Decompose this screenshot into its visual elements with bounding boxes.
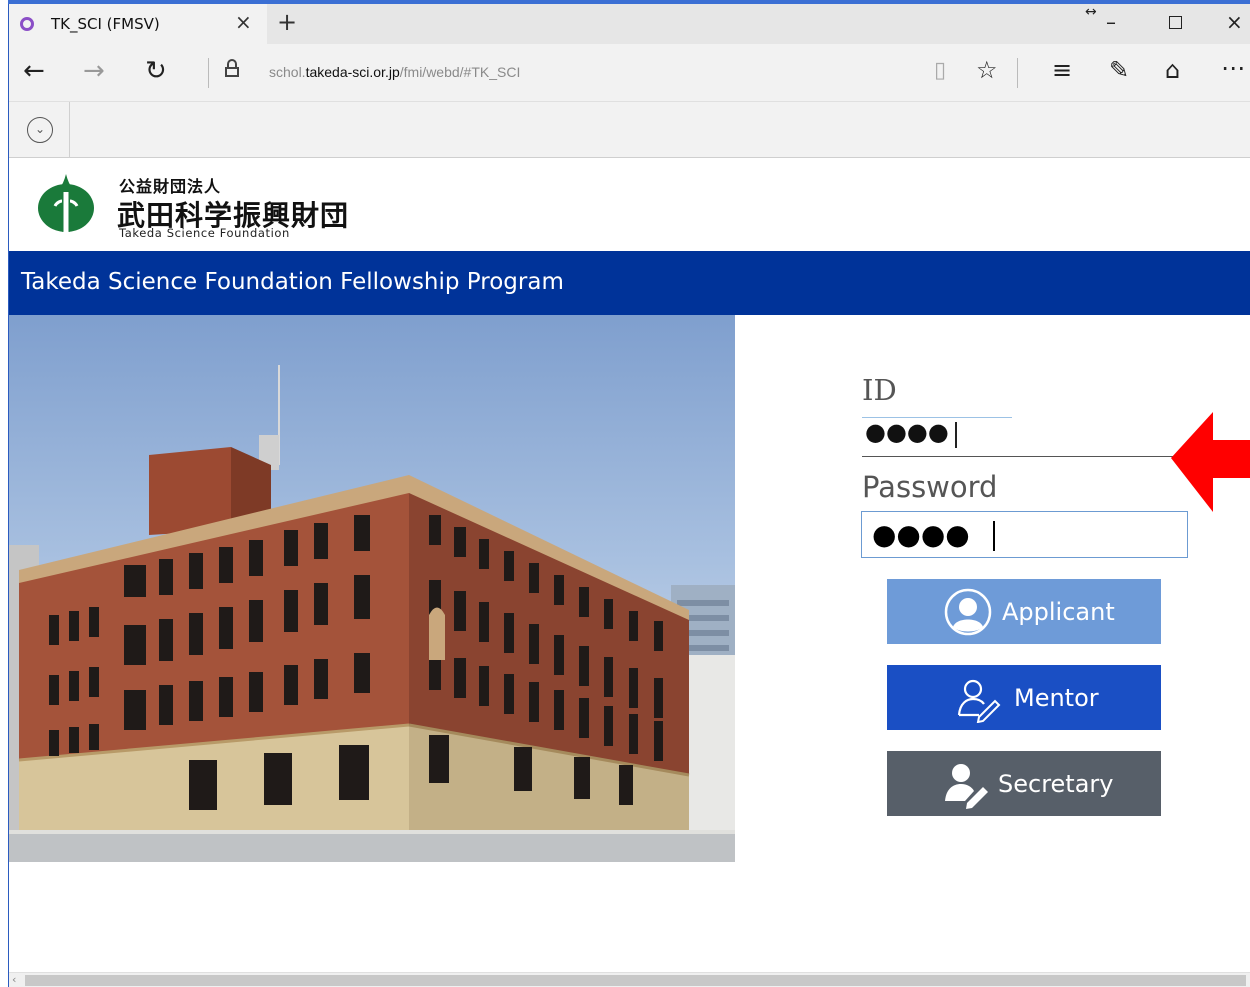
secretary-icon — [945, 764, 988, 809]
red-arrow-annotation — [1171, 412, 1250, 512]
refresh-icon[interactable]: ↻ — [145, 56, 167, 86]
site-header: 公益財団法人 武田科学振興財団 Takeda Science Foundatio… — [9, 158, 1250, 251]
id-label: ID — [862, 373, 897, 407]
text-caret — [955, 422, 957, 448]
org-name-en: Takeda Science Foundation — [119, 226, 290, 240]
extension-chevron-icon[interactable]: ⌄ — [27, 117, 53, 143]
back-icon[interactable]: ← — [23, 56, 45, 86]
text-caret — [993, 521, 995, 551]
horizontal-scrollbar[interactable]: ‹ — [9, 972, 1250, 987]
applicant-icon — [944, 588, 992, 636]
id-input[interactable]: ●●●● — [865, 418, 949, 446]
web-note-icon[interactable]: ✎ — [1109, 56, 1129, 84]
divider — [208, 58, 209, 88]
foundation-logo — [38, 174, 94, 236]
mentor-icon — [957, 679, 1001, 723]
secretary-label: Secretary — [998, 770, 1114, 798]
applicant-label: Applicant — [1002, 598, 1115, 626]
more-icon[interactable]: ⋯ — [1221, 54, 1245, 82]
program-banner: Takeda Science Foundation Fellowship Pro… — [9, 251, 1250, 315]
id-field-underline — [862, 456, 1188, 457]
tab-close-icon[interactable]: × — [235, 10, 252, 34]
reading-view-icon[interactable]: ▯ — [934, 58, 946, 83]
share-icon[interactable]: ⌂ — [1165, 56, 1180, 84]
resize-icon[interactable]: ↔ — [1085, 4, 1097, 20]
building-photo — [9, 315, 735, 862]
password-value: ●●●● — [872, 518, 970, 551]
password-input[interactable]: ●●●● — [861, 511, 1188, 558]
mentor-label: Mentor — [1014, 684, 1099, 712]
url-prefix: schol. — [269, 64, 306, 80]
login-form: ID ●●●● Password ●●●● Applicant Mentor S… — [859, 368, 1189, 828]
lock-icon[interactable] — [225, 59, 239, 77]
applicant-button[interactable]: Applicant — [887, 579, 1161, 644]
web-page: 公益財団法人 武田科学振興財団 Takeda Science Foundatio… — [9, 158, 1250, 972]
divider — [1017, 58, 1018, 88]
url-path: /fmi/webd/#TK_SCI — [399, 64, 521, 80]
extension-bar: ⌄ — [9, 101, 1250, 158]
hub-icon[interactable]: ≡ — [1052, 56, 1072, 84]
forward-icon[interactable]: → — [83, 56, 105, 86]
scroll-left-icon[interactable]: ‹ — [12, 973, 16, 986]
new-tab-button[interactable]: + — [277, 8, 297, 36]
maximize-button[interactable] — [1169, 16, 1182, 29]
address-bar[interactable]: schol.takeda-sci.or.jp/fmi/webd/#TK_SCI — [269, 64, 520, 80]
favorite-star-icon[interactable]: ☆ — [976, 56, 998, 84]
tab-title: TK_SCI (FMSV) — [51, 15, 160, 33]
mentor-button[interactable]: Mentor — [887, 665, 1161, 730]
url-host: takeda-sci.or.jp — [305, 64, 400, 80]
minimize-button[interactable]: – — [1106, 10, 1116, 34]
tab-bar: TK_SCI (FMSV) × + ↔ – × — [9, 4, 1250, 44]
navigation-bar: ← → ↻ schol.takeda-sci.or.jp/fmi/webd/#T… — [9, 44, 1250, 101]
window-frame-left — [0, 0, 8, 987]
banner-title: Takeda Science Foundation Fellowship Pro… — [21, 269, 564, 295]
divider — [69, 102, 70, 158]
close-window-button[interactable]: × — [1226, 10, 1243, 34]
scrollbar-thumb[interactable] — [25, 975, 1246, 986]
browser-tab[interactable]: TK_SCI (FMSV) × — [9, 4, 267, 44]
secretary-button[interactable]: Secretary — [887, 751, 1161, 816]
password-label: Password — [862, 470, 998, 504]
favicon-icon — [20, 17, 34, 31]
